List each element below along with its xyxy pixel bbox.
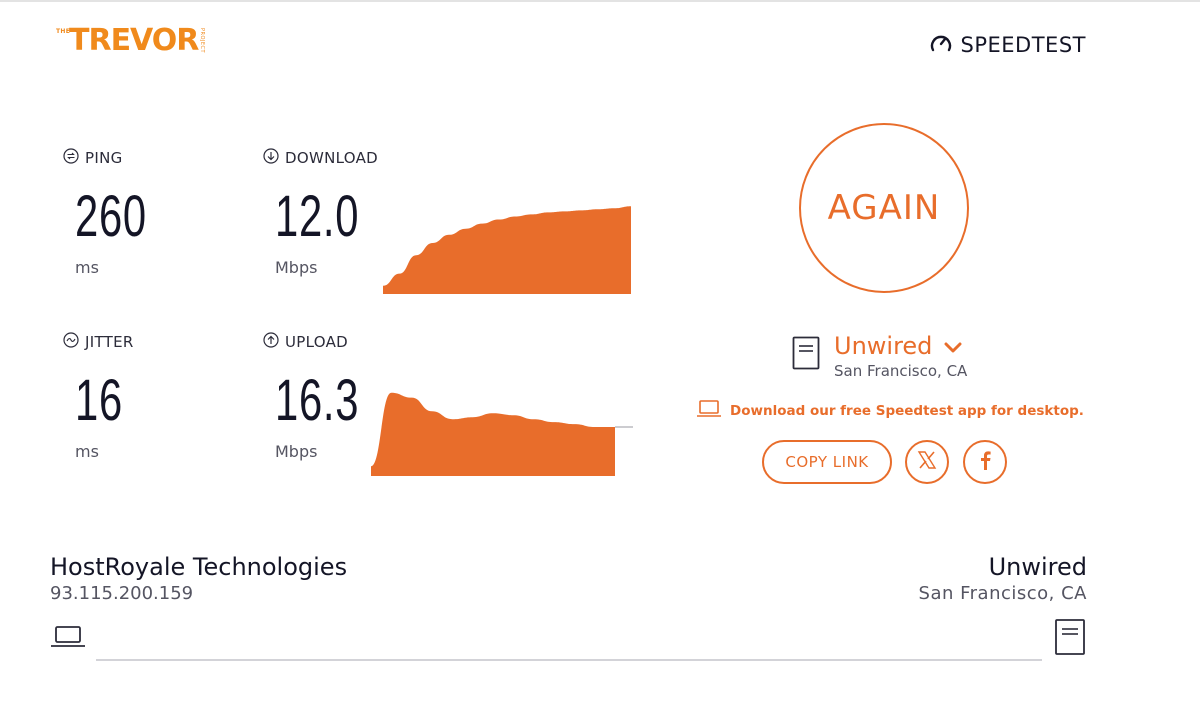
logo-main-text: TREVOR xyxy=(69,23,199,58)
jitter-label: JITTER xyxy=(63,332,134,352)
download-unit: Mbps xyxy=(275,258,318,277)
brand-text: SPEEDTEST xyxy=(960,33,1086,57)
copy-link-button[interactable]: COPY LINK xyxy=(762,440,892,484)
download-app-text[interactable]: Download our free Speedtest app for desk… xyxy=(730,403,1084,419)
ping-label: PING xyxy=(63,148,123,168)
jitter-unit: ms xyxy=(75,442,99,461)
download-label: DOWNLOAD xyxy=(263,148,378,168)
download-app-link[interactable]: Download our free Speedtest app for desk… xyxy=(696,400,1084,422)
server-icon xyxy=(792,336,820,374)
laptop-icon xyxy=(696,400,722,422)
logo-small-text: THE xyxy=(56,28,71,35)
server-name-row[interactable]: Unwired xyxy=(834,332,967,360)
jitter-value: 16 xyxy=(75,368,123,433)
isp-name: HostRoyale Technologies xyxy=(50,553,348,581)
x-logo-icon xyxy=(917,450,937,474)
speedtest-brand[interactable]: SPEEDTEST xyxy=(929,32,1086,58)
upload-label: UPLOAD xyxy=(263,332,348,352)
ping-unit: ms xyxy=(75,258,99,277)
ip-address: 93.115.200.159 xyxy=(50,583,194,604)
server-location: San Francisco, CA xyxy=(834,362,968,380)
client-laptop-icon xyxy=(50,625,86,653)
download-arrow-icon xyxy=(263,148,279,168)
gauge-icon xyxy=(929,32,953,58)
connection-line xyxy=(96,659,1042,661)
host-location: San Francisco, CA xyxy=(918,583,1087,604)
upload-arrow-icon xyxy=(263,332,279,352)
upload-value: 16.3 xyxy=(275,368,360,433)
download-speed-graph xyxy=(383,206,631,294)
server-name[interactable]: Unwired xyxy=(834,332,932,360)
upload-unit: Mbps xyxy=(275,442,318,461)
upload-speed-graph xyxy=(371,392,633,476)
share-facebook-button[interactable] xyxy=(963,440,1007,484)
ping-icon xyxy=(63,148,79,168)
download-value: 12.0 xyxy=(275,184,360,249)
logo-side-text: PROJECT xyxy=(199,28,205,54)
host-name: Unwired xyxy=(988,553,1087,581)
upload-label-text: UPLOAD xyxy=(285,333,349,351)
share-x-button[interactable] xyxy=(905,440,949,484)
jitter-label-text: JITTER xyxy=(85,333,134,351)
upload-area xyxy=(371,392,615,476)
again-button[interactable]: AGAIN xyxy=(799,123,969,293)
ping-value: 260 xyxy=(75,184,147,249)
jitter-icon xyxy=(63,332,79,352)
download-area xyxy=(383,206,631,294)
download-label-text: DOWNLOAD xyxy=(285,149,378,167)
host-server-icon xyxy=(1054,618,1086,660)
chevron-down-icon[interactable] xyxy=(944,332,962,360)
ping-label-text: PING xyxy=(85,149,123,167)
speedtest-results-page: THE TREVOR PROJECT SPEEDTEST PING 260 ms xyxy=(0,0,1200,708)
facebook-icon xyxy=(979,450,991,474)
server-selector[interactable]: Unwired San Francisco, CA xyxy=(792,332,967,380)
